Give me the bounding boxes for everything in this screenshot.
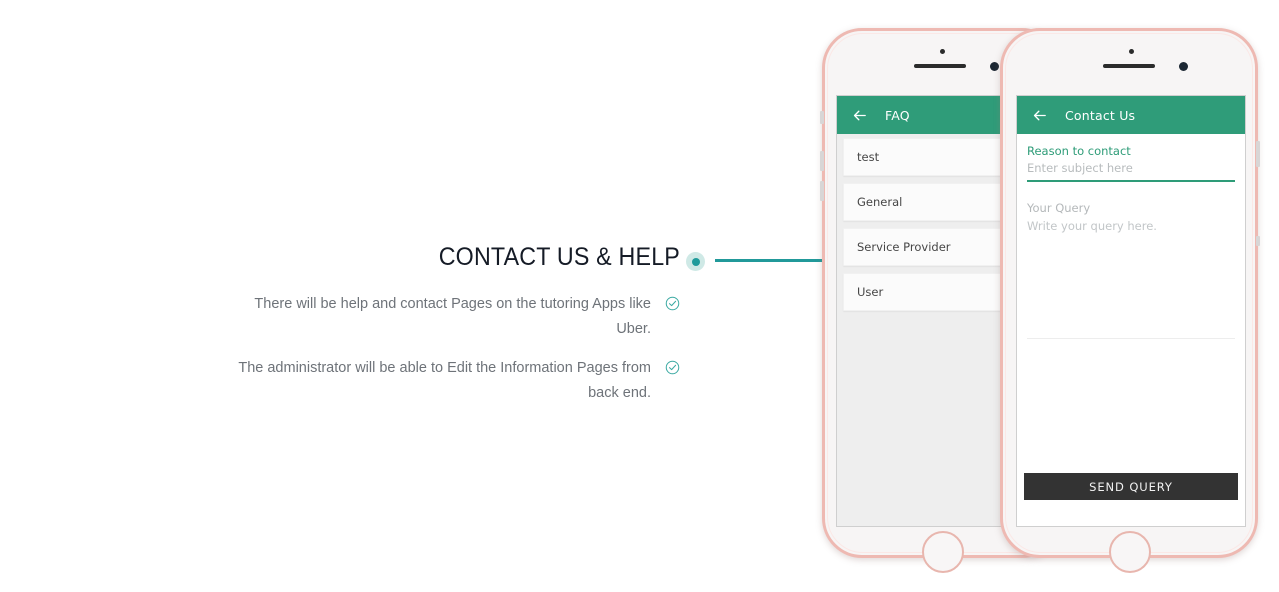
sim-tray	[1256, 236, 1260, 246]
front-camera-icon	[940, 49, 945, 54]
subject-field-underline	[1027, 180, 1235, 182]
list-item-label: User	[857, 285, 884, 299]
list-item: There will be help and contact Pages on …	[180, 292, 680, 342]
bullet-text: The administrator will be able to Edit t…	[238, 360, 651, 401]
appbar-contact: Contact Us	[1017, 96, 1245, 134]
mute-switch[interactable]	[820, 111, 824, 124]
query-field-label: Your Query	[1027, 200, 1091, 215]
back-arrow-icon[interactable]	[851, 107, 868, 124]
check-circle-icon	[665, 296, 680, 311]
phone-screen-contact: Contact Us Reason to contact Enter subje…	[1016, 95, 1246, 527]
list-item-label: Service Provider	[857, 240, 951, 254]
subject-input[interactable]: Enter subject here	[1027, 161, 1235, 175]
proximity-sensor-icon	[990, 62, 999, 71]
list-item-label: General	[857, 195, 903, 209]
check-circle-icon	[665, 360, 680, 375]
feature-block: CONTACT US & HELP There will be help and…	[180, 240, 680, 420]
phone-mockup-contact: Contact Us Reason to contact Enter subje…	[1000, 28, 1260, 573]
page-title: CONTACT US & HELP	[438, 243, 680, 271]
query-field-divider	[1027, 338, 1235, 339]
back-arrow-icon[interactable]	[1031, 107, 1048, 124]
volume-down-button[interactable]	[820, 181, 824, 201]
front-camera-icon	[1129, 49, 1134, 54]
query-textarea[interactable]: Write your query here.	[1027, 219, 1235, 233]
appbar-title: FAQ	[885, 107, 910, 123]
appbar-title: Contact Us	[1065, 107, 1136, 123]
proximity-sensor-icon	[1179, 62, 1188, 71]
bullet-text: There will be help and contact Pages on …	[254, 296, 651, 337]
contact-form: Reason to contact Enter subject here You…	[1017, 134, 1245, 526]
connector-dot	[686, 252, 705, 271]
list-item-label: test	[857, 150, 880, 164]
home-button[interactable]	[1109, 531, 1151, 573]
list-item: The administrator will be able to Edit t…	[180, 356, 680, 406]
connector-line	[715, 259, 823, 262]
power-button[interactable]	[1256, 141, 1260, 167]
earpiece-speaker-icon	[1103, 64, 1155, 68]
home-button[interactable]	[922, 531, 964, 573]
earpiece-speaker-icon	[914, 64, 966, 68]
subject-field-label: Reason to contact	[1027, 144, 1131, 158]
volume-up-button[interactable]	[820, 151, 824, 171]
send-query-button[interactable]: SEND QUERY	[1024, 473, 1238, 500]
